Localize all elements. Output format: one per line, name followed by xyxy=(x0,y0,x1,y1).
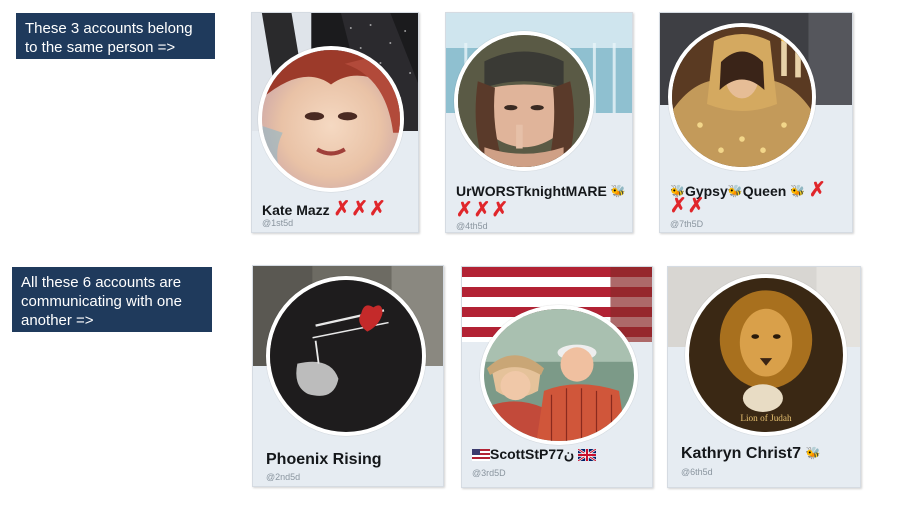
avatar-urworstknightmare[interactable] xyxy=(454,31,594,171)
profile-handle: @4th5d xyxy=(456,221,488,231)
red-x-marks: ✗✗✗ xyxy=(333,198,387,220)
display-name: Kathryn Christ7 xyxy=(681,445,802,462)
profile-card-gypsy-queen[interactable]: 🐝Gypsy🐝Queen 🐝 ✗ ✗✗ @7th5D xyxy=(659,12,853,233)
display-name-part: Queen xyxy=(742,183,787,199)
callout-same-person: These 3 accounts belong to the same pers… xyxy=(16,13,215,59)
profile-card-urworstknightmare[interactable]: UrWORSTknightMARE 🐝 ✗✗✗ @4th5d xyxy=(445,12,633,233)
profile-name: ScottStP77ن xyxy=(472,446,597,464)
avatar-scottstp77[interactable] xyxy=(480,305,638,445)
bee-icon: 🐝 xyxy=(610,184,626,198)
avatar-kathryn-christ7[interactable]: Lion of Judah xyxy=(685,274,847,436)
uk-flag-icon xyxy=(577,448,597,464)
profile-card-scottstp77[interactable]: ScottStP77ن @3rd5D xyxy=(461,266,653,488)
avatar-kate-mazz[interactable] xyxy=(258,46,404,192)
arabic-suffix: ن xyxy=(563,446,575,462)
profile-handle: @1st5d xyxy=(262,218,294,228)
red-x-marks: ✗✗✗ xyxy=(456,199,510,221)
profile-handle: @3rd5D xyxy=(472,468,506,478)
profile-name: Kathryn Christ7 🐝 xyxy=(681,445,820,463)
profile-handle: @6th5d xyxy=(681,467,713,477)
profile-card-kathryn-christ7[interactable]: Lion of Judah Kathryn Christ7 🐝 @6th5d xyxy=(667,266,861,488)
profile-card-kate-mazz[interactable]: Kate Mazz ✗✗✗ @1st5d xyxy=(251,12,419,233)
profile-handle: @7th5D xyxy=(670,219,704,229)
display-name: Phoenix Rising xyxy=(266,451,382,468)
profile-name: Phoenix Rising xyxy=(266,451,382,469)
avatar-phoenix-rising[interactable] xyxy=(266,276,426,436)
callout-communicating: All these 6 accounts are communicating w… xyxy=(12,267,212,332)
bee-icon: 🐝 xyxy=(805,446,821,460)
display-name: Kate Mazz xyxy=(262,202,330,218)
profile-handle: @2nd5d xyxy=(266,472,301,482)
us-flag-icon xyxy=(472,448,490,464)
bee-icon: 🐝 xyxy=(727,184,743,198)
lion-caption: Lion of Judah xyxy=(740,413,792,423)
red-x-marks: ✗ xyxy=(809,179,827,201)
red-x-marks: ✗✗ xyxy=(670,195,706,217)
bee-icon: 🐝 xyxy=(790,184,806,198)
display-name: ScottStP77 xyxy=(490,446,564,462)
profile-card-phoenix-rising[interactable]: Phoenix Rising @2nd5d xyxy=(252,265,444,487)
avatar-gypsy-queen[interactable] xyxy=(668,23,816,171)
